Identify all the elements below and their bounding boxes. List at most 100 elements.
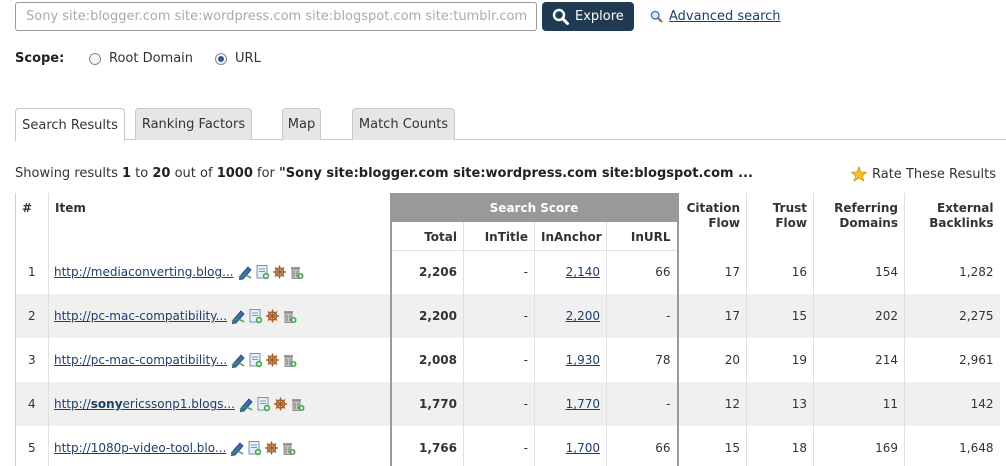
url-text: http://pc-mac-compatibility... xyxy=(54,353,228,367)
result-url-link[interactable]: http://sonyericssonp1.blogs... xyxy=(54,397,235,411)
search-input[interactable] xyxy=(15,2,537,31)
document-add-icon[interactable] xyxy=(248,308,263,324)
url-keyword: sony xyxy=(90,397,123,411)
cell-external-backlinks: 142 xyxy=(904,382,1000,426)
header-line: Domains xyxy=(839,216,898,230)
ship-wheel-icon[interactable] xyxy=(272,264,287,280)
trash-add-icon[interactable] xyxy=(289,264,304,280)
rate-results[interactable]: Rate These Results xyxy=(851,166,996,182)
table-row: 3 http://pc-mac-compatibility... 2,008- 1,9… xyxy=(15,338,1000,382)
result-url-link[interactable]: http://pc-mac-compatibility... xyxy=(54,309,227,323)
scope-selector: Scope: Root Domain URL xyxy=(15,51,283,66)
row-item: http://1080p-video-tool.blo... xyxy=(48,426,391,466)
explore-button[interactable]: Explore xyxy=(542,2,634,31)
col-header-external-backlinks[interactable]: External Backlinks xyxy=(904,193,1000,250)
row-number: 4 xyxy=(15,382,49,426)
url-text: http://pc-mac-compatibility... xyxy=(54,309,228,323)
cell-intitle: - xyxy=(463,250,535,294)
ship-wheel-icon[interactable] xyxy=(264,440,279,456)
advanced-search-link[interactable]: Advanced search xyxy=(669,9,781,24)
inanchor-link[interactable]: 1,770 xyxy=(566,397,600,411)
url-text: http:// xyxy=(54,397,91,411)
inanchor-link[interactable]: 1,930 xyxy=(566,353,600,367)
table-row: 2 http://pc-mac-compatibility... 2,200-2,2… xyxy=(15,294,1000,338)
tab-label: Map xyxy=(287,117,316,132)
summary-total: 1000 xyxy=(216,166,253,181)
cell-total: 2,206 xyxy=(389,250,464,294)
cell-citation-flow: 12 xyxy=(677,382,747,426)
trash-add-icon[interactable] xyxy=(282,308,297,324)
col-header-inurl[interactable]: InURL xyxy=(606,222,679,251)
result-url-link[interactable]: http://pc-mac-compatibility... xyxy=(54,353,227,367)
col-header-trust-flow[interactable]: Trust Flow xyxy=(746,193,814,250)
inanchor-link[interactable]: 1,700 xyxy=(566,441,600,455)
radio-url[interactable] xyxy=(215,52,228,65)
cell-inanchor: 1,930 xyxy=(534,338,607,382)
rate-label: Rate These Results xyxy=(872,166,996,182)
cell-inurl: - xyxy=(606,294,679,338)
scope-root-domain[interactable]: Root Domain xyxy=(89,51,193,66)
pencil-icon[interactable] xyxy=(231,352,246,368)
row-actions xyxy=(238,264,306,280)
ship-wheel-icon[interactable] xyxy=(265,308,280,324)
col-header-inanchor[interactable]: InAnchor xyxy=(534,222,607,251)
summary-to: 20 xyxy=(152,166,171,181)
cell-external-backlinks: 2,275 xyxy=(904,294,1000,338)
cell-trust-flow: 16 xyxy=(746,250,814,294)
col-header-intitle[interactable]: InTitle xyxy=(463,222,535,251)
ship-wheel-icon[interactable] xyxy=(265,352,280,368)
tab-label: Ranking Factors xyxy=(141,117,246,132)
col-header-total[interactable]: Total xyxy=(389,222,464,251)
tab-search-results[interactable]: Search Results xyxy=(15,108,125,141)
col-header-search-score[interactable]: Search Score xyxy=(389,193,679,222)
cell-inanchor: 2,200 xyxy=(534,294,607,338)
header-line: Flow xyxy=(775,216,807,230)
radio-root-domain[interactable] xyxy=(89,52,101,65)
document-add-icon[interactable] xyxy=(256,396,271,412)
cell-referring-domains: 202 xyxy=(813,294,905,338)
scope-url[interactable]: URL xyxy=(215,51,261,66)
result-url-link[interactable]: http://1080p-video-tool.blo... xyxy=(54,441,226,455)
explore-label: Explore xyxy=(575,9,624,24)
inanchor-link[interactable]: 2,140 xyxy=(566,265,600,279)
search-icon xyxy=(552,8,569,25)
ship-wheel-icon[interactable] xyxy=(273,396,288,412)
pencil-icon[interactable] xyxy=(230,440,245,456)
inanchor-link[interactable]: 2,200 xyxy=(566,309,600,323)
document-add-icon[interactable] xyxy=(247,440,262,456)
pencil-icon[interactable] xyxy=(231,308,246,324)
document-add-icon[interactable] xyxy=(248,352,263,368)
tab-label: Match Counts xyxy=(358,117,449,132)
tab-ranking-factors[interactable]: Ranking Factors xyxy=(135,108,252,140)
results-summary: Showing results 1 to 20 out of 1000 for … xyxy=(15,166,753,181)
trash-add-icon[interactable] xyxy=(281,440,296,456)
pencil-icon[interactable] xyxy=(239,396,254,412)
cell-citation-flow: 15 xyxy=(677,426,747,466)
cell-referring-domains: 169 xyxy=(813,426,905,466)
col-header-referring-domains[interactable]: Referring Domains xyxy=(813,193,905,250)
cell-intitle: - xyxy=(463,294,535,338)
document-add-icon[interactable] xyxy=(255,264,270,280)
tab-map[interactable]: Map xyxy=(282,108,321,140)
scope-option-label: Root Domain xyxy=(109,51,194,66)
pencil-icon[interactable] xyxy=(238,264,253,280)
trash-add-icon[interactable] xyxy=(290,396,305,412)
header-line: Referring xyxy=(834,201,898,215)
advanced-search[interactable]: Advanced search xyxy=(650,9,781,24)
row-actions xyxy=(231,308,299,324)
summary-query: "Sony site:blogger.com site:wordpress.co… xyxy=(279,166,753,181)
header-line: Citation xyxy=(686,201,740,215)
magnifier-icon xyxy=(650,10,663,23)
cell-trust-flow: 19 xyxy=(746,338,814,382)
col-header-citation-flow[interactable]: Citation Flow xyxy=(677,193,747,250)
cell-intitle: - xyxy=(463,426,535,466)
result-url-link[interactable]: http://mediaconverting.blog... xyxy=(54,265,234,279)
cell-inanchor: 1,700 xyxy=(534,426,607,466)
row-item: http://sonyericssonp1.blogs... xyxy=(48,382,391,426)
cell-referring-domains: 214 xyxy=(813,338,905,382)
results-table: # Item Search Score Citation Flow Trust Fl… xyxy=(15,193,1000,466)
row-actions xyxy=(239,396,307,412)
trash-add-icon[interactable] xyxy=(282,352,297,368)
summary-outof-word: out of xyxy=(170,166,217,181)
tab-match-counts[interactable]: Match Counts xyxy=(352,108,455,140)
